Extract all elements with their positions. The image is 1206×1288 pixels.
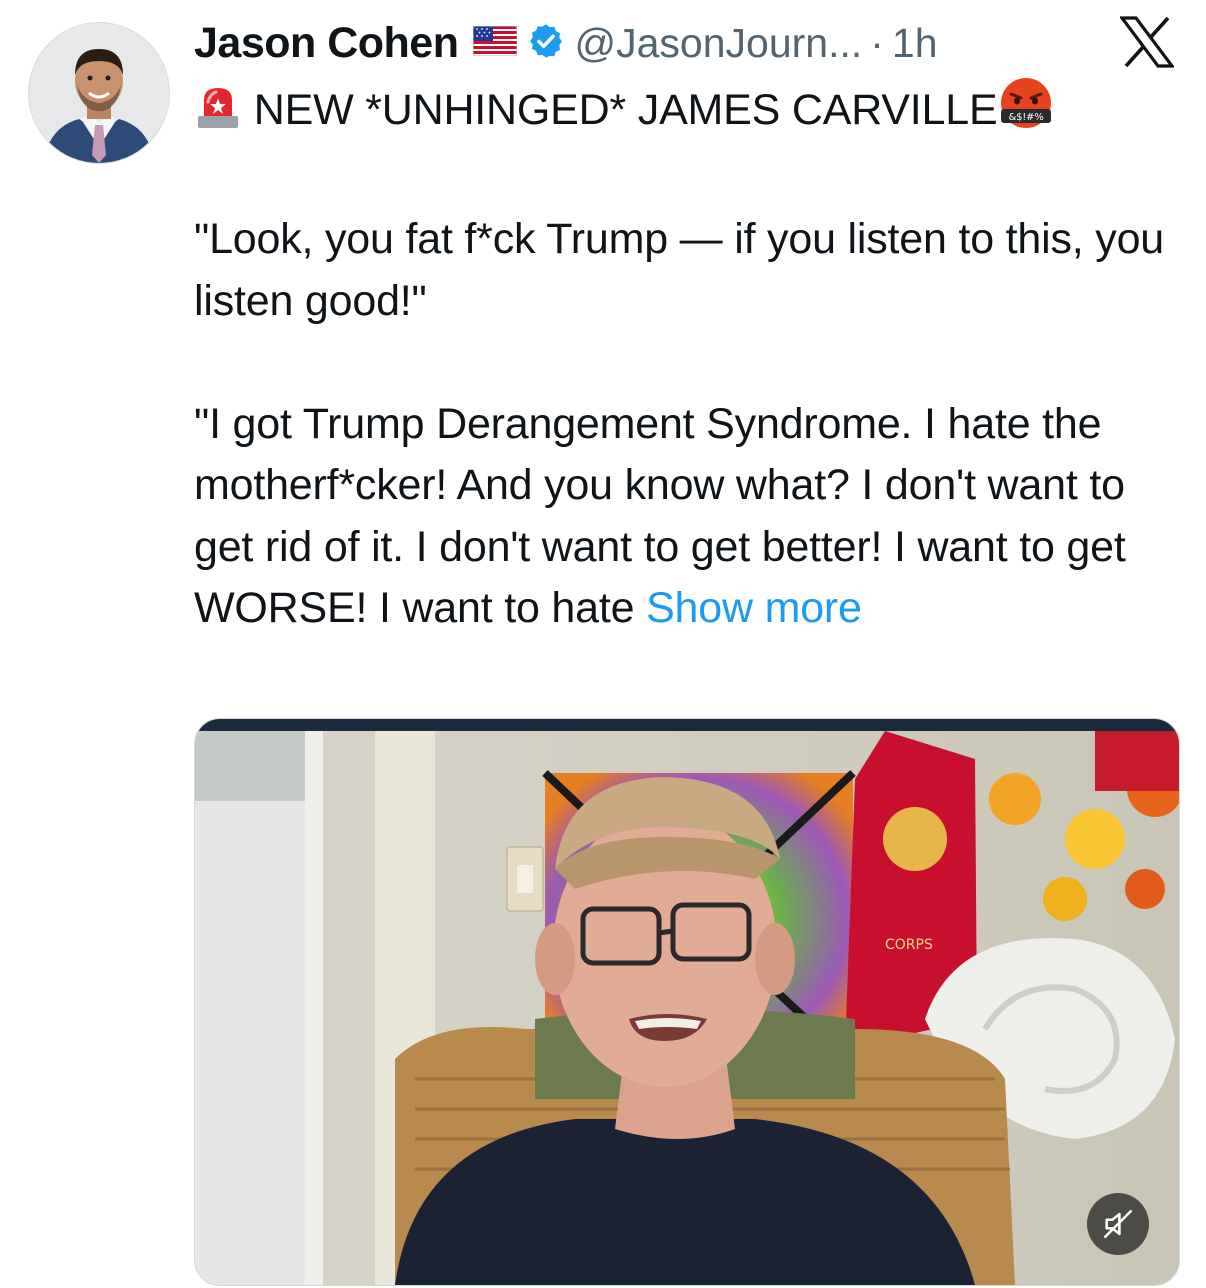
police-siren-emoji	[194, 82, 242, 148]
us-flag-icon	[472, 25, 517, 61]
svg-text:CORPS: CORPS	[885, 937, 933, 953]
verified-badge-icon[interactable]	[527, 22, 565, 65]
tweet-paragraph-1: "Look, you fat f*ck Trump — if you liste…	[194, 215, 1176, 325]
author-handle[interactable]: @JasonJourn...	[575, 20, 863, 67]
tweet-header: Jason Cohen @JasonJourn... · 1h	[194, 14, 938, 72]
post-time[interactable]: 1h	[892, 20, 938, 67]
tweet-headline: NEW *UNHINGED* JAMES CARVILLE	[253, 86, 998, 134]
author-avatar[interactable]	[28, 22, 170, 164]
face-with-symbols-on-mouth-emoji: &$!#%	[997, 76, 1055, 148]
separator-dot: ·	[870, 19, 884, 66]
video-frame: CORPS	[195, 719, 1179, 1285]
show-more-link[interactable]: Show more	[646, 584, 862, 632]
x-logo-icon	[1118, 16, 1176, 68]
tweet-text: NEW *UNHINGED* JAMES CARVILLE &$!#% "Loo…	[194, 76, 1184, 640]
mute-button[interactable]	[1087, 1193, 1149, 1255]
video-player[interactable]: CORPS	[194, 718, 1180, 1286]
svg-text:&$!#%: &$!#%	[1009, 112, 1044, 123]
muted-speaker-icon	[1103, 1209, 1133, 1239]
author-name[interactable]: Jason Cohen	[194, 19, 459, 68]
